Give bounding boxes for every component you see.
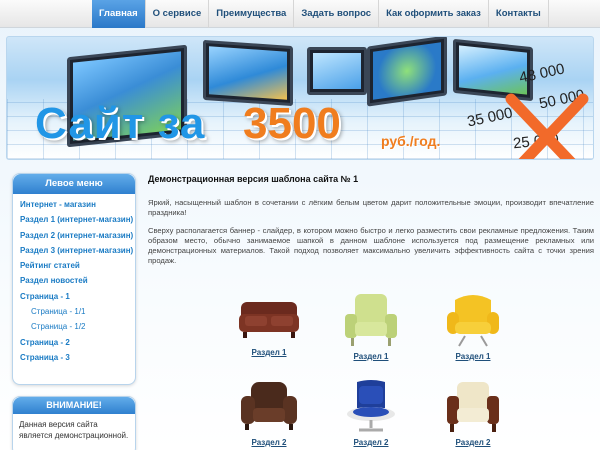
yellow-armchair-icon: [447, 295, 499, 347]
main-nav: Главная О сервисе Преимущества Задать во…: [92, 0, 549, 28]
top-navigation-bar: Главная О сервисе Преимущества Задать во…: [0, 0, 600, 28]
description-paragraph: Сверху располагается баннер - слайдер, в…: [148, 226, 594, 265]
product-card[interactable]: Раздел 1: [234, 292, 304, 357]
nav-item-about[interactable]: О сервисе: [146, 0, 210, 28]
product-card[interactable]: Раздел 2: [336, 378, 406, 447]
notice-header: ВНИМАНИЕ!: [13, 397, 135, 414]
sidebar-item-section-2[interactable]: Раздел 2 (интернет-магазин): [13, 228, 135, 243]
nav-item-home[interactable]: Главная: [92, 0, 146, 28]
product-link[interactable]: Раздел 2: [438, 438, 508, 447]
banner-title: Сайт за: [35, 99, 206, 148]
monitor-image: [203, 39, 293, 107]
monitor-image: [307, 47, 367, 95]
sidebar-item-article-rating[interactable]: Рейтинг статей: [13, 258, 135, 273]
monitor-image: [367, 37, 447, 107]
sidebar-item-news[interactable]: Раздел новостей: [13, 273, 135, 288]
cross-icon: [505, 93, 589, 159]
sidebar-item-page-1-1[interactable]: Страница - 1/1: [13, 304, 135, 319]
sidebar-item-online-store[interactable]: Интернет - магазин: [13, 197, 135, 212]
banner-price-unit: руб./год.: [381, 133, 441, 149]
beige-armchair-icon: [447, 382, 499, 432]
product-link[interactable]: Раздел 2: [234, 438, 304, 447]
product-grid: Раздел 1 Раздел 1 Раздел 1 Раздел 2 Разд…: [148, 290, 594, 450]
notice-box: ВНИМАНИЕ! Данная версия сайта является д…: [12, 396, 136, 450]
sidebar-item-page-2[interactable]: Страница - 2: [13, 335, 135, 350]
intro-paragraph: Яркий, насыщенный шаблон в сочетании с л…: [148, 198, 594, 217]
product-link[interactable]: Раздел 1: [438, 352, 508, 361]
page-title: Демонстрационная версия шаблона сайта № …: [148, 174, 359, 184]
banner-price: 3500: [243, 99, 341, 148]
promo-banner[interactable]: Сайт за 3500 руб./год. 48 000 50 000 35 …: [6, 36, 594, 160]
green-armchair-icon: [345, 294, 397, 346]
product-link[interactable]: Раздел 2: [336, 438, 406, 447]
left-sidebar-menu: Левое меню Интернет - магазин Раздел 1 (…: [12, 173, 136, 385]
product-card[interactable]: Раздел 2: [234, 378, 304, 447]
main-content: Демонстрационная версия шаблона сайта № …: [148, 174, 594, 266]
sidebar-item-section-3[interactable]: Раздел 3 (интернет-магазин): [13, 243, 135, 258]
sidebar-item-page-1[interactable]: Страница - 1: [13, 289, 135, 304]
nav-item-contacts[interactable]: Контакты: [489, 0, 549, 28]
brown-leather-sofa-icon: [239, 302, 299, 338]
product-card[interactable]: Раздел 1: [438, 292, 508, 361]
brown-leather-armchair-icon: [241, 382, 297, 430]
sidebar-item-page-1-2[interactable]: Страница - 1/2: [13, 319, 135, 334]
product-card[interactable]: Раздел 2: [438, 378, 508, 447]
blue-armchair-icon: [347, 380, 395, 432]
sidebar-menu-list: Интернет - магазин Раздел 1 (интернет-ма…: [13, 194, 135, 365]
sidebar-item-page-3[interactable]: Страница - 3: [13, 350, 135, 365]
product-card[interactable]: Раздел 1: [336, 292, 406, 361]
product-link[interactable]: Раздел 1: [234, 348, 304, 357]
nav-item-ask-question[interactable]: Задать вопрос: [294, 0, 380, 28]
nav-item-how-to-order[interactable]: Как оформить заказ: [379, 0, 489, 28]
product-link[interactable]: Раздел 1: [336, 352, 406, 361]
sidebar-item-section-1[interactable]: Раздел 1 (интернет-магазин): [13, 212, 135, 227]
notice-text: Данная версия сайта является демонстраци…: [19, 420, 129, 440]
nav-item-advantages[interactable]: Преимущества: [209, 0, 295, 28]
sidebar-header: Левое меню: [13, 174, 135, 194]
